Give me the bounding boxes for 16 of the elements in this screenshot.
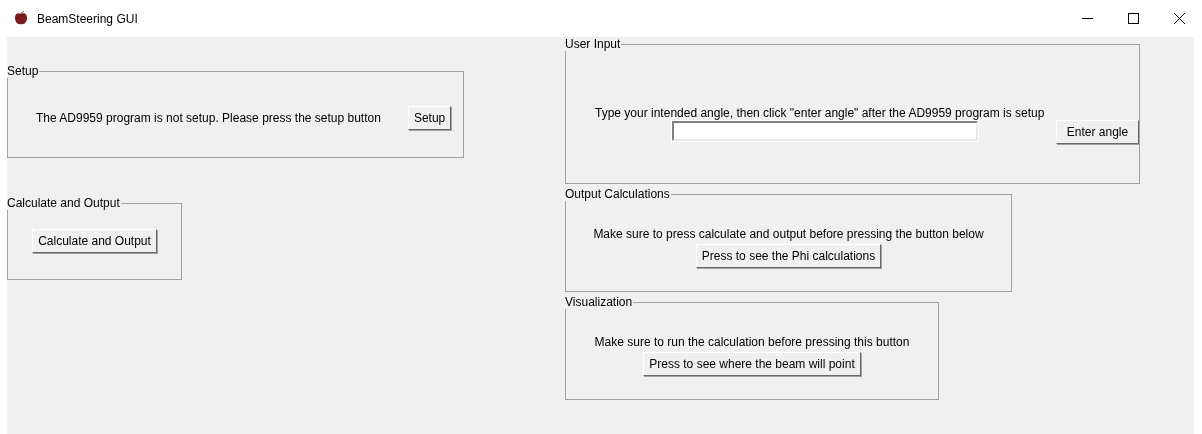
group-title: Output Calculations	[565, 187, 671, 201]
group-title: User Input	[565, 37, 622, 51]
angle-input-field[interactable]	[671, 121, 978, 141]
status-message: The AD9959 program is not setup. Please press the setup button	[36, 110, 381, 125]
instruction-text: Make sure to run the calculation before pressing this button	[594, 334, 910, 349]
window-title: BeamSteering GUI	[37, 11, 138, 26]
enter-angle-button[interactable]: Enter angle	[1056, 120, 1139, 144]
phi-calculations-button[interactable]: Press to see the Phi calculations	[695, 243, 882, 268]
visualize-beam-button[interactable]: Press to see where the beam will point	[643, 351, 861, 376]
instruction-text: Make sure to press calculate and output before pressing the button below	[593, 226, 984, 241]
instruction-text: Type your intended angle, then click "enter angle" after the AD9959 program is setup	[595, 106, 1046, 120]
group-title: Calculate and Output	[7, 196, 121, 210]
group-title: Visualization	[565, 295, 634, 309]
group-title: Setup	[7, 64, 40, 78]
calculate-button[interactable]: Calculate and Output	[32, 228, 157, 253]
setup-button[interactable]: Setup	[407, 105, 452, 130]
